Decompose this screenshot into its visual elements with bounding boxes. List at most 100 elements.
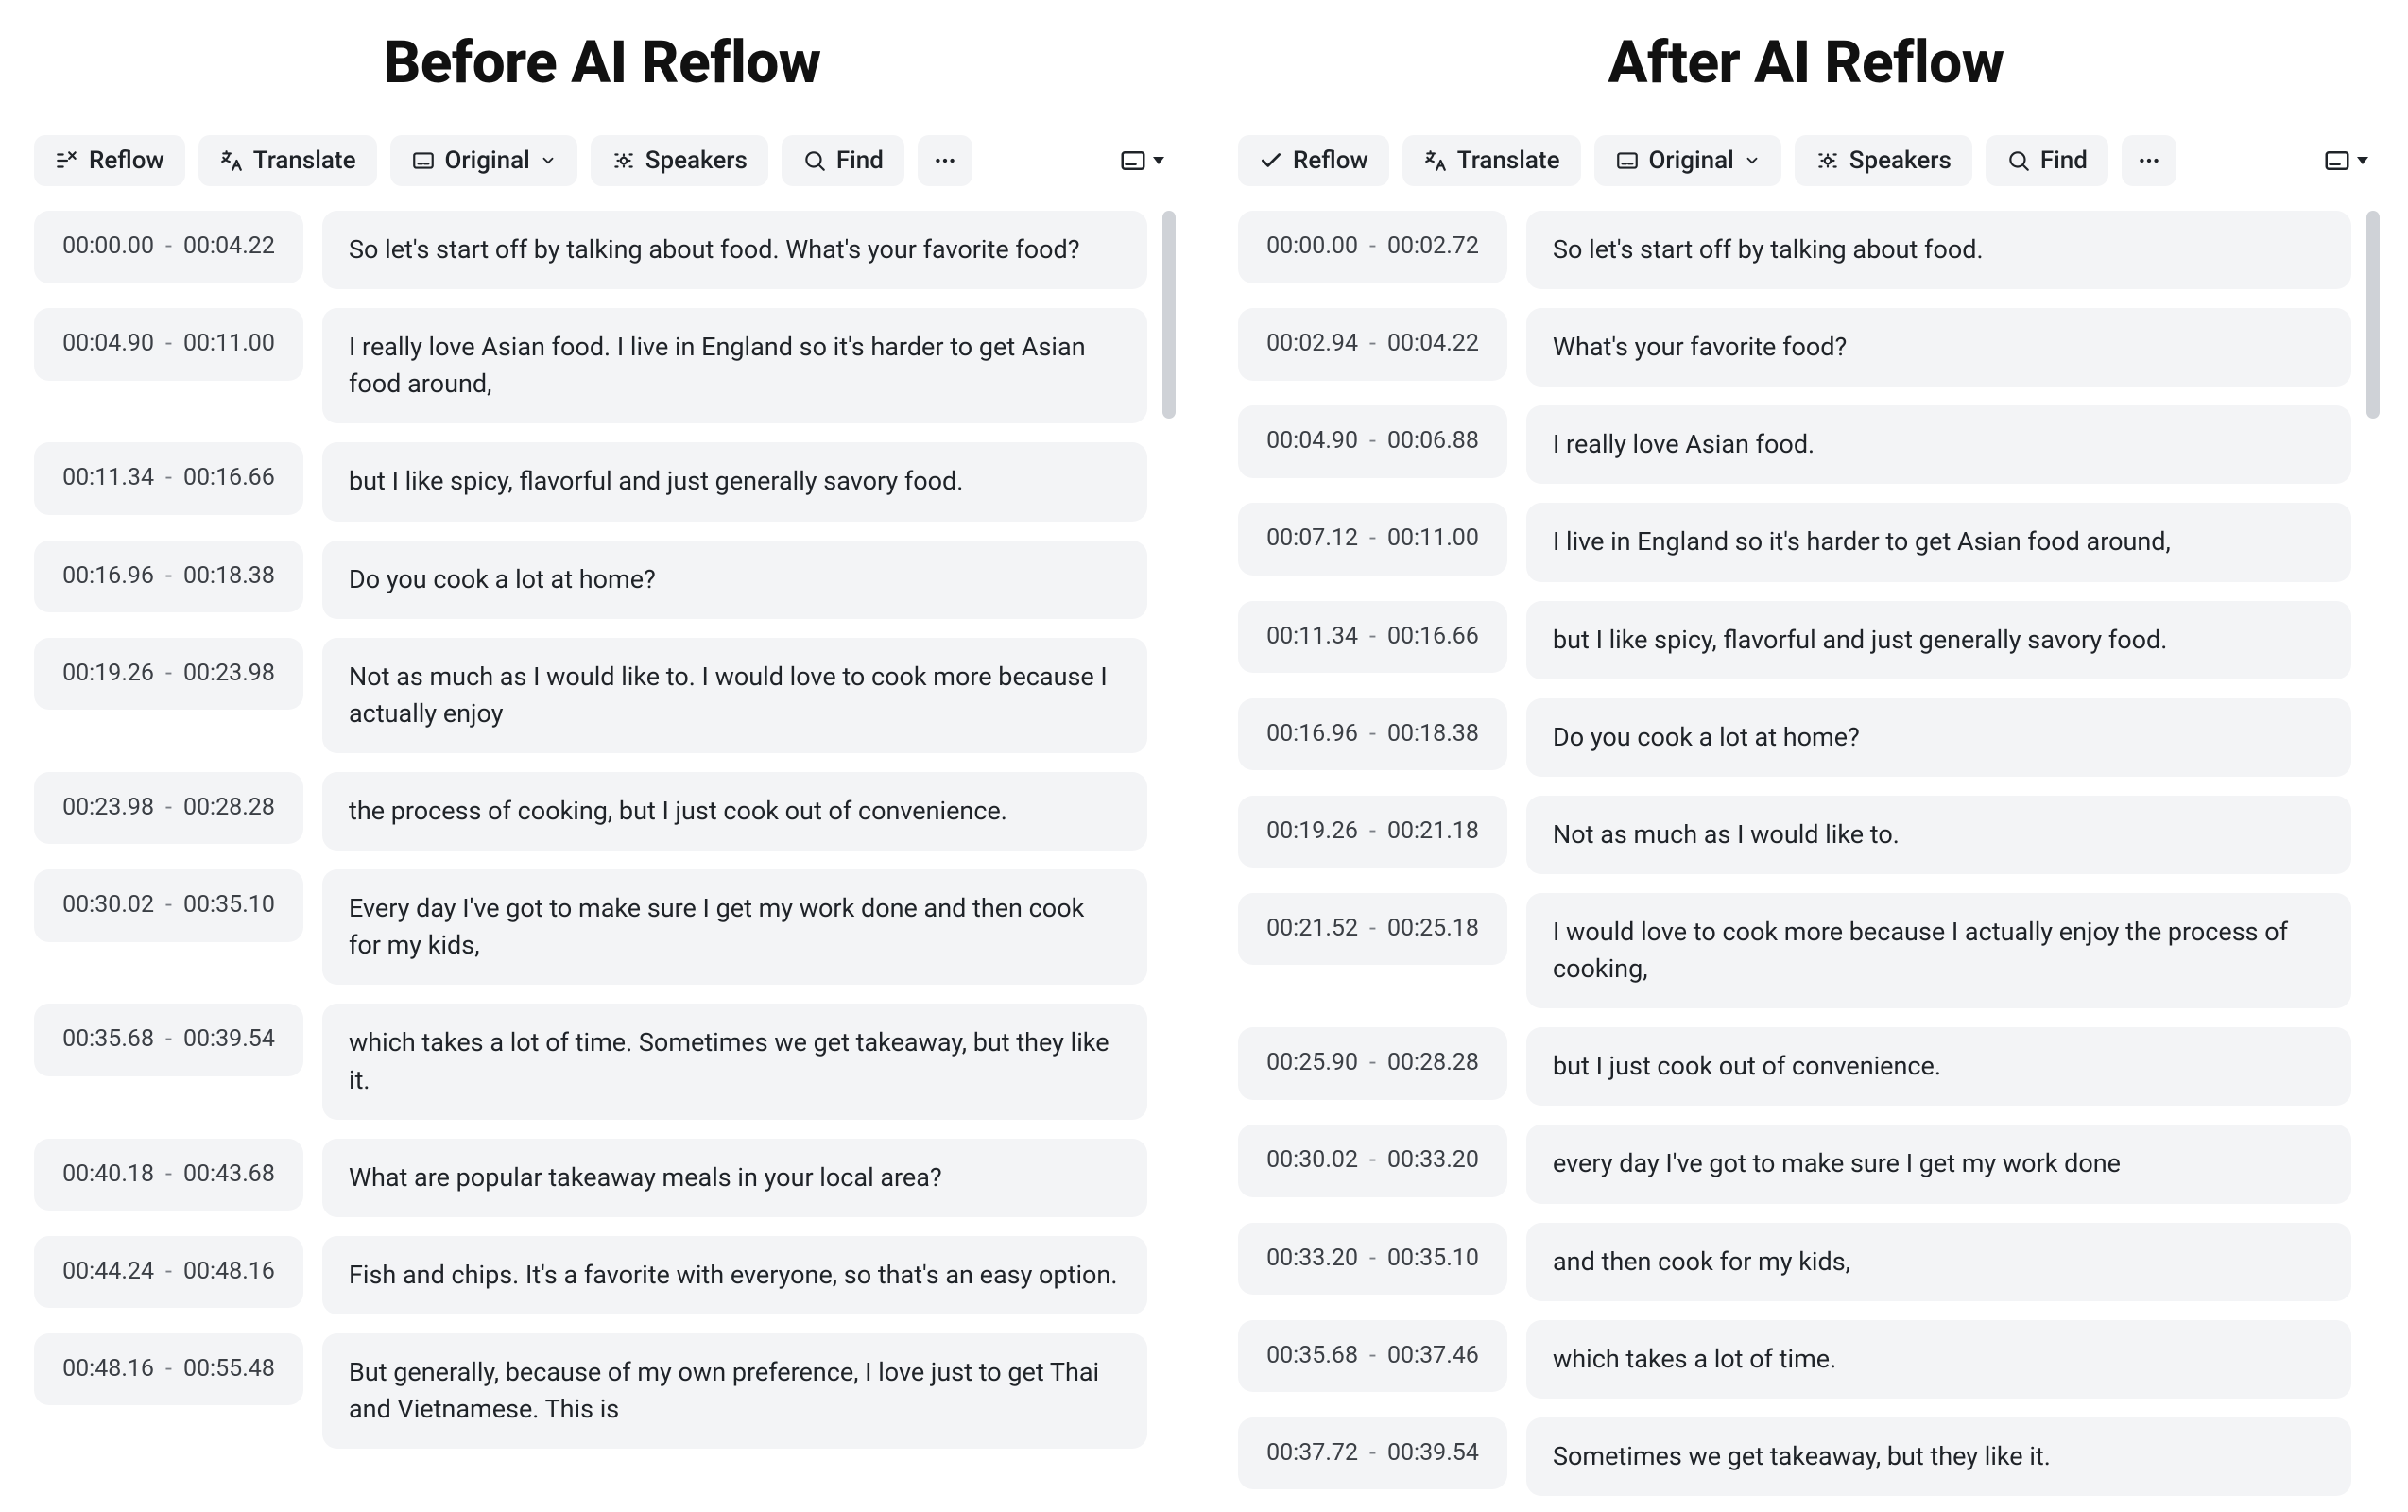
more-button[interactable] (918, 135, 972, 186)
scrollbar-thumb[interactable] (2366, 211, 2380, 419)
time-range[interactable]: 00:33.20-00:35.10 (1238, 1223, 1507, 1296)
transcript-text[interactable]: but I like spicy, flavorful and just gen… (322, 442, 1147, 521)
reflow-icon (55, 148, 79, 173)
view-mode-dropdown[interactable] (2317, 141, 2374, 180)
reflow-button[interactable]: Reflow (1238, 135, 1389, 186)
transcript-text[interactable]: Do you cook a lot at home? (322, 541, 1147, 619)
more-button[interactable] (2122, 135, 2176, 186)
transcript-row[interactable]: 00:16.96-00:18.38 Do you cook a lot at ho… (1238, 698, 2351, 777)
original-label: Original (445, 148, 530, 173)
transcript-row[interactable]: 00:19.26-00:23.98 Not as much as I would … (34, 638, 1147, 753)
transcript-text[interactable]: Not as much as I would like to. I would … (322, 638, 1147, 753)
time-range[interactable]: 00:11.34-00:16.66 (34, 442, 303, 515)
transcript-text[interactable]: the process of cooking, but I just cook … (322, 772, 1147, 850)
transcript-text[interactable]: and then cook for my kids, (1526, 1223, 2351, 1301)
transcript-text[interactable]: I live in England so it's harder to get … (1526, 503, 2351, 581)
time-range[interactable]: 00:21.52-00:25.18 (1238, 893, 1507, 966)
transcript-text[interactable]: but I like spicy, flavorful and just gen… (1526, 601, 2351, 679)
time-range[interactable]: 00:16.96-00:18.38 (1238, 698, 1507, 771)
time-range[interactable]: 00:04.90-00:11.00 (34, 308, 303, 381)
transcript-row[interactable]: 00:23.98-00:28.28 the process of cooking,… (34, 772, 1147, 850)
time-range[interactable]: 00:40.18-00:43.68 (34, 1139, 303, 1211)
transcript-text[interactable]: So let's start off by talking about food… (1526, 211, 2351, 289)
transcript-text[interactable]: which takes a lot of time. Sometimes we … (322, 1004, 1147, 1119)
transcript-row[interactable]: 00:00.00-00:04.22 So let's start off by t… (34, 211, 1147, 289)
transcript-text[interactable]: What's your favorite food? (1526, 308, 2351, 387)
time-range[interactable]: 00:07.12-00:11.00 (1238, 503, 1507, 576)
translate-button[interactable]: Translate (1402, 135, 1581, 186)
find-button[interactable]: Find (782, 135, 904, 186)
time-range[interactable]: 00:04.90-00:06.88 (1238, 405, 1507, 478)
transcript-row[interactable]: 00:48.16-00:55.48 But generally, because … (34, 1333, 1147, 1449)
transcript-row[interactable]: 00:04.90-00:11.00 I really love Asian foo… (34, 308, 1147, 423)
search-icon (802, 148, 827, 173)
transcript-row[interactable]: 00:11.34-00:16.66 but I like spicy, flavo… (1238, 601, 2351, 679)
transcript-row[interactable]: 00:16.96-00:18.38 Do you cook a lot at ho… (34, 541, 1147, 619)
transcript-row[interactable]: 00:11.34-00:16.66 but I like spicy, flavo… (34, 442, 1147, 521)
view-mode-dropdown[interactable] (1113, 141, 1170, 180)
transcript-row[interactable]: 00:30.02-00:33.20 every day I've got to m… (1238, 1125, 2351, 1203)
time-dash: - (163, 659, 174, 690)
transcript-text[interactable]: I really love Asian food. I live in Engl… (322, 308, 1147, 423)
time-range[interactable]: 00:44.24-00:48.16 (34, 1236, 303, 1309)
time-range[interactable]: 00:19.26-00:23.98 (34, 638, 303, 711)
transcript-text[interactable]: I would love to cook more because I actu… (1526, 893, 2351, 1008)
original-dropdown[interactable]: Original (1594, 135, 1781, 186)
transcript-row[interactable]: 00:44.24-00:48.16 Fish and chips. It's a … (34, 1236, 1147, 1314)
transcript-text[interactable]: but I just cook out of convenience. (1526, 1027, 2351, 1106)
scrollbar[interactable] (2366, 211, 2380, 1501)
time-range[interactable]: 00:25.90-00:28.28 (1238, 1027, 1507, 1100)
time-range[interactable]: 00:00.00-00:04.22 (34, 211, 303, 284)
transcript-text[interactable]: Not as much as I would like to. (1526, 796, 2351, 874)
translate-button[interactable]: Translate (198, 135, 377, 186)
transcript-text[interactable]: Every day I've got to make sure I get my… (322, 869, 1147, 985)
time-range[interactable]: 00:11.34-00:16.66 (1238, 601, 1507, 674)
time-range[interactable]: 00:30.02-00:33.20 (1238, 1125, 1507, 1197)
transcript-row[interactable]: 00:02.94-00:04.22 What's your favorite fo… (1238, 308, 2351, 387)
time-range[interactable]: 00:02.94-00:04.22 (1238, 308, 1507, 381)
transcript-row[interactable]: 00:35.68-00:37.46 which takes a lot of ti… (1238, 1320, 2351, 1399)
transcript-row[interactable]: 00:07.12-00:11.00 I live in England so it… (1238, 503, 2351, 581)
time-range[interactable]: 00:37.72-00:39.54 (1238, 1418, 1507, 1490)
find-button[interactable]: Find (1986, 135, 2108, 186)
transcript-row[interactable]: 00:00.00-00:02.72 So let's start off by t… (1238, 211, 2351, 289)
transcript-row[interactable]: 00:19.26-00:21.18 Not as much as I would … (1238, 796, 2351, 874)
time-range[interactable]: 00:35.68-00:37.46 (1238, 1320, 1507, 1393)
transcript-text[interactable]: What are popular takeaway meals in your … (322, 1139, 1147, 1217)
transcript-row[interactable]: 00:37.72-00:39.54 Sometimes we get takeaw… (1238, 1418, 2351, 1496)
transcript-text[interactable]: Do you cook a lot at home? (1526, 698, 2351, 777)
time-end: 00:35.10 (1387, 1244, 1479, 1275)
transcript-row[interactable]: 00:25.90-00:28.28 but I just cook out of … (1238, 1027, 2351, 1106)
scrollbar[interactable] (1162, 211, 1176, 1501)
transcript-text[interactable]: Sometimes we get takeaway, but they like… (1526, 1418, 2351, 1496)
speakers-button[interactable]: Speakers (591, 135, 768, 186)
pane-divider (1204, 161, 1205, 1512)
transcript-text[interactable]: So let's start off by talking about food… (322, 211, 1147, 289)
transcript-text[interactable]: I really love Asian food. (1526, 405, 2351, 484)
time-range[interactable]: 00:16.96-00:18.38 (34, 541, 303, 613)
transcript-text[interactable]: every day I've got to make sure I get my… (1526, 1125, 2351, 1203)
reflow-button[interactable]: Reflow (34, 135, 185, 186)
transcript-text[interactable]: Fish and chips. It's a favorite with eve… (322, 1236, 1147, 1314)
transcript-row[interactable]: 00:33.20-00:35.10 and then cook for my ki… (1238, 1223, 2351, 1301)
time-range[interactable]: 00:35.68-00:39.54 (34, 1004, 303, 1076)
transcript-row[interactable]: 00:21.52-00:25.18 I would love to cook mo… (1238, 893, 2351, 1008)
time-range[interactable]: 00:00.00-00:02.72 (1238, 211, 1507, 284)
chevron-down-icon (2357, 157, 2368, 164)
transcript-row[interactable]: 00:04.90-00:06.88 I really love Asian foo… (1238, 405, 2351, 484)
transcript-row[interactable]: 00:30.02-00:35.10 Every day I've got to m… (34, 869, 1147, 985)
time-range[interactable]: 00:19.26-00:21.18 (1238, 796, 1507, 868)
time-end: 00:55.48 (183, 1354, 275, 1385)
time-range[interactable]: 00:23.98-00:28.28 (34, 772, 303, 845)
time-range[interactable]: 00:30.02-00:35.10 (34, 869, 303, 942)
scrollbar-thumb[interactable] (1162, 211, 1176, 419)
transcript-row[interactable]: 00:35.68-00:39.54 which takes a lot of ti… (34, 1004, 1147, 1119)
original-label: Original (1649, 148, 1734, 173)
time-end: 00:21.18 (1387, 816, 1479, 848)
transcript-row[interactable]: 00:40.18-00:43.68 What are popular takeaw… (34, 1139, 1147, 1217)
original-dropdown[interactable]: Original (390, 135, 577, 186)
transcript-text[interactable]: which takes a lot of time. (1526, 1320, 2351, 1399)
speakers-button[interactable]: Speakers (1795, 135, 1972, 186)
transcript-text[interactable]: But generally, because of my own prefere… (322, 1333, 1147, 1449)
time-range[interactable]: 00:48.16-00:55.48 (34, 1333, 303, 1406)
